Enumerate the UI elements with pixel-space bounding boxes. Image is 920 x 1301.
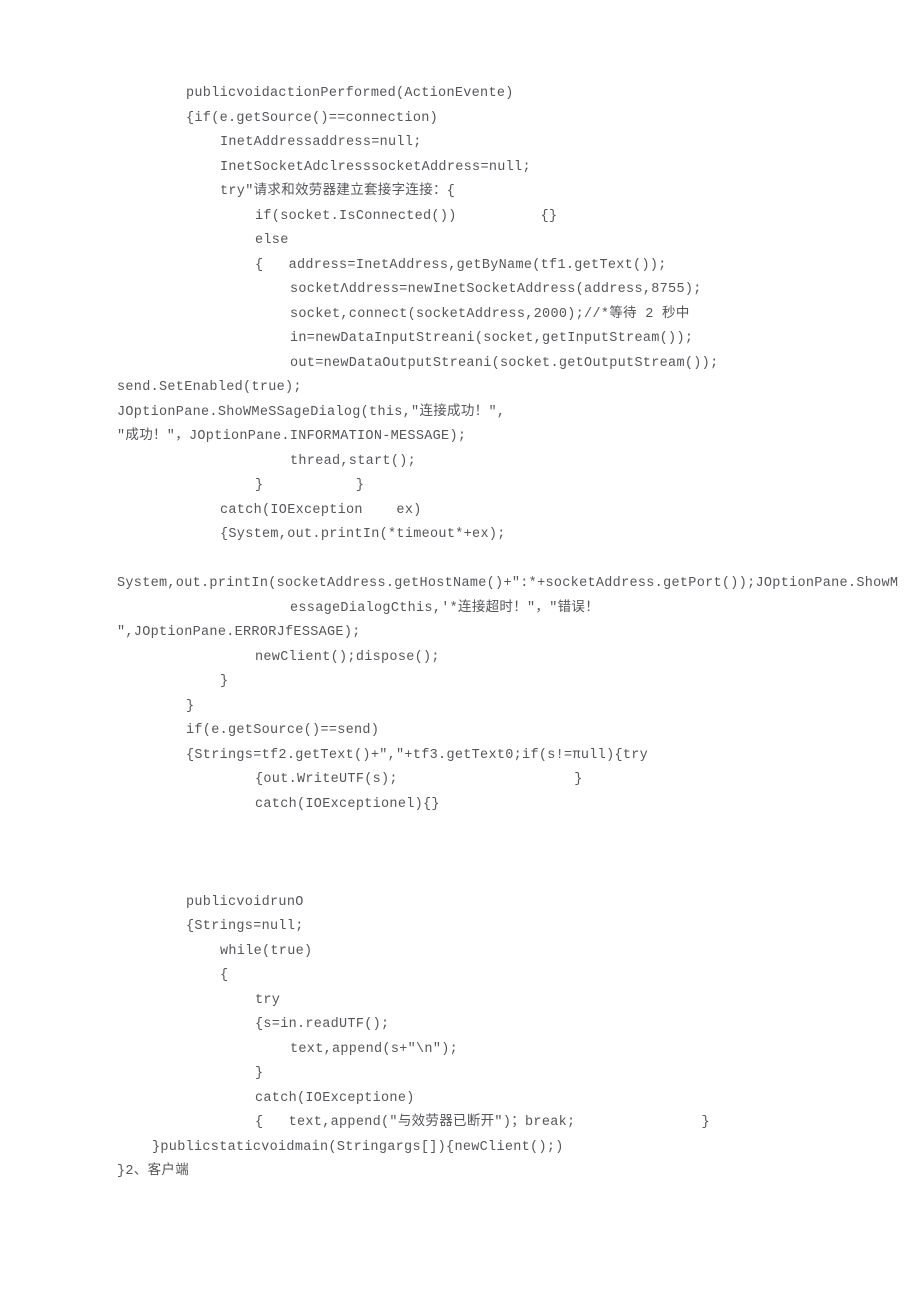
code-line: essageDialogCthis,'*连接超时！"，"错误！ (0, 597, 920, 622)
code-line: newClient();dispose(); (0, 646, 920, 671)
code-line (0, 866, 920, 891)
code-line: } (0, 670, 920, 695)
code-line: try (0, 989, 920, 1014)
code-line: thread,start(); (0, 450, 920, 475)
code-line: } (0, 1062, 920, 1087)
code-line (0, 842, 920, 867)
code-line: { text,append("与效劳器已断开")；break; } (0, 1111, 920, 1136)
code-line: {out.WriteUTF(s); } (0, 768, 920, 793)
code-line (0, 817, 920, 842)
code-line: } } (0, 474, 920, 499)
code-line: ",JOptionPane.ERRORJfESSAGE); (0, 621, 920, 646)
code-line: while(true) (0, 940, 920, 965)
code-line: }publicstaticvoidmain(Stringargs[]){newC… (0, 1136, 920, 1161)
code-line: {Strings=tf2.getText()+","+tf3.getText0;… (0, 744, 920, 769)
code-line: {Strings=null; (0, 915, 920, 940)
code-line: catch(IOException ex) (0, 499, 920, 524)
code-line: catch(IOExceptione) (0, 1087, 920, 1112)
code-line: if(e.getSource()==send) (0, 719, 920, 744)
code-line: }2、客户端 (0, 1160, 920, 1185)
code-line: {s=in.readUTF(); (0, 1013, 920, 1038)
code-line: { (0, 964, 920, 989)
code-line: socket,connect(socketAddress,2000);//*等待… (0, 303, 920, 328)
code-line: InetAddressaddress=null; (0, 131, 920, 156)
code-listing: publicvoidactionPerformed(ActionEvente){… (0, 82, 920, 1185)
code-line: try"请求和效劳器建立套接字连接：{ (0, 180, 920, 205)
code-line: System,out.printIn(socketAddress.getHost… (0, 572, 920, 597)
code-line: send.SetEnabled(true); (0, 376, 920, 401)
code-line: InetSocketAdclresssocketAddress=null; (0, 156, 920, 181)
code-line: out=newDataOutputStreani(socket.getOutpu… (0, 352, 920, 377)
code-line: text,append(s+"\n"); (0, 1038, 920, 1063)
code-line: in=newDataInputStreani(socket,getInputSt… (0, 327, 920, 352)
code-line: publicvoidrunO (0, 891, 920, 916)
code-line (0, 548, 920, 573)
code-line: if(socket.IsConnected()) {} (0, 205, 920, 230)
code-line: {if(e.getSource()==connection) (0, 107, 920, 132)
code-line: JOptionPane.ShoWMeSSageDialog(this,"连接成功… (0, 401, 920, 426)
code-line: else (0, 229, 920, 254)
code-line: "成功！"，JOptionPane.INFORMATION-MESSAGE); (0, 425, 920, 450)
code-line: catch(IOExceptionel){} (0, 793, 920, 818)
code-line: } (0, 695, 920, 720)
code-line: { address=InetAddress,getByName(tf1.getT… (0, 254, 920, 279)
code-line: socketΛddress=newInetSocketAddress(addre… (0, 278, 920, 303)
code-line: {System,out.printIn(*timeout*+ex); (0, 523, 920, 548)
code-line: publicvoidactionPerformed(ActionEvente) (0, 82, 920, 107)
